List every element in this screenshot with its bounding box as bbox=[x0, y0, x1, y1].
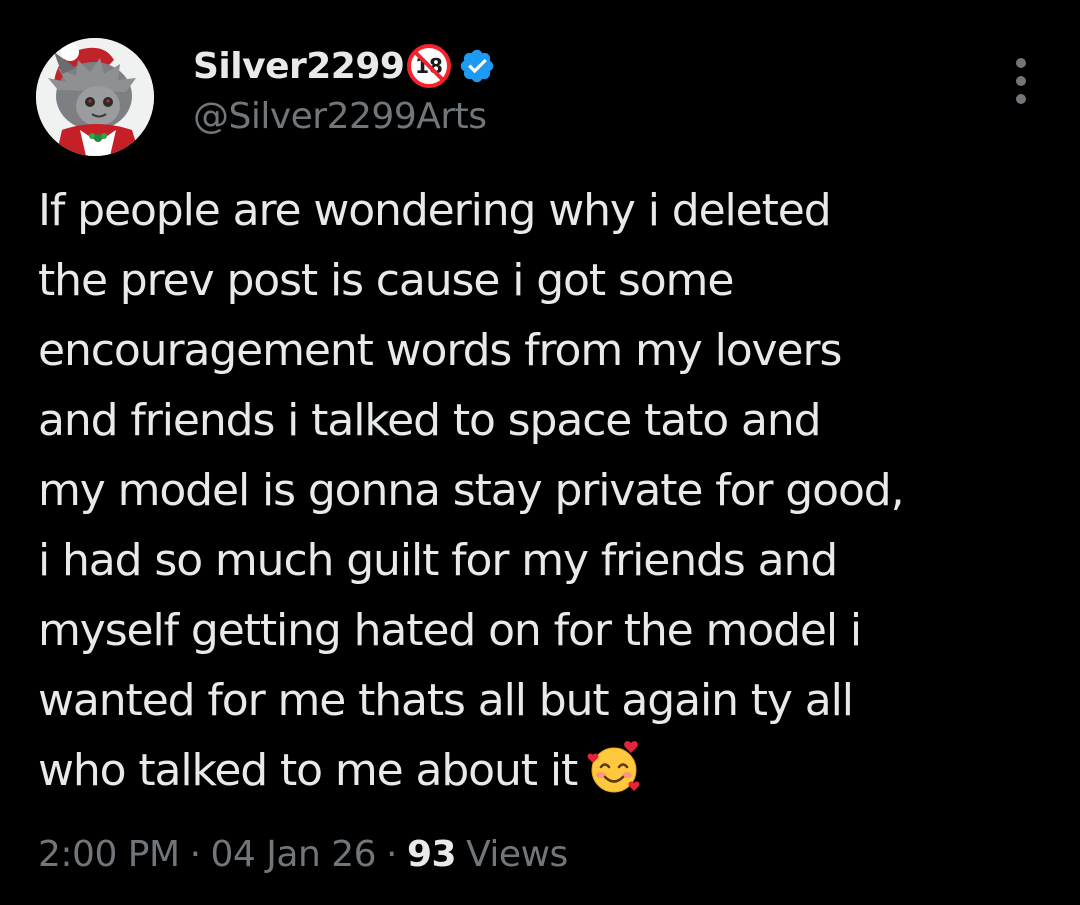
more-vertical-icon bbox=[1016, 76, 1026, 86]
meta-separator: · bbox=[189, 833, 201, 875]
more-vertical-icon bbox=[1016, 94, 1026, 104]
avatar[interactable] bbox=[36, 38, 154, 156]
views-count[interactable]: 93 bbox=[407, 834, 457, 875]
tweet-date[interactable]: 04 Jan 26 bbox=[211, 834, 377, 875]
tweet-text-last-line: who talked to me about it bbox=[38, 736, 1058, 806]
tweet-text-line: and friends i talked to space tato and bbox=[38, 395, 822, 446]
tweet-meta: 2:00 PM · 04 Jan 26 · 93 Views bbox=[38, 826, 568, 882]
more-vertical-icon bbox=[1016, 58, 1026, 68]
tweet-time[interactable]: 2:00 PM bbox=[38, 834, 180, 875]
tweet-text-line: i had so much guilt for my friends and bbox=[38, 535, 838, 586]
tweet-text-line: encouragement words from my lovers bbox=[38, 325, 842, 376]
tweet-card: Silver2299 18 @Silver2299Arts If people … bbox=[0, 0, 1080, 905]
tweet-text-line: If people are wondering why i deleted bbox=[38, 185, 832, 236]
display-name[interactable]: Silver2299 bbox=[193, 46, 405, 87]
no-under-18-icon: 18 bbox=[407, 44, 452, 88]
smiling-face-with-hearts-emoji bbox=[587, 741, 640, 793]
tweet-text-line: the prev post is cause i got some bbox=[38, 255, 734, 306]
verified-badge-icon bbox=[461, 49, 494, 83]
tweet-text: If people are wondering why i deleted th… bbox=[38, 176, 1058, 806]
tweet-text-line: myself getting hated on for the model i bbox=[38, 605, 862, 656]
tweet-text-line: wanted for me thats all but again ty all bbox=[38, 675, 854, 726]
more-options-button[interactable] bbox=[1000, 54, 1042, 108]
views-label[interactable]: Views bbox=[466, 834, 568, 875]
tweet-text-line: who talked to me about it bbox=[38, 745, 578, 796]
name-row: Silver2299 18 bbox=[193, 40, 496, 92]
avatar-image bbox=[36, 38, 154, 156]
user-handle[interactable]: @Silver2299Arts bbox=[193, 96, 487, 137]
meta-separator: · bbox=[386, 833, 397, 875]
tweet-text-line: my model is gonna stay private for good, bbox=[38, 465, 905, 516]
